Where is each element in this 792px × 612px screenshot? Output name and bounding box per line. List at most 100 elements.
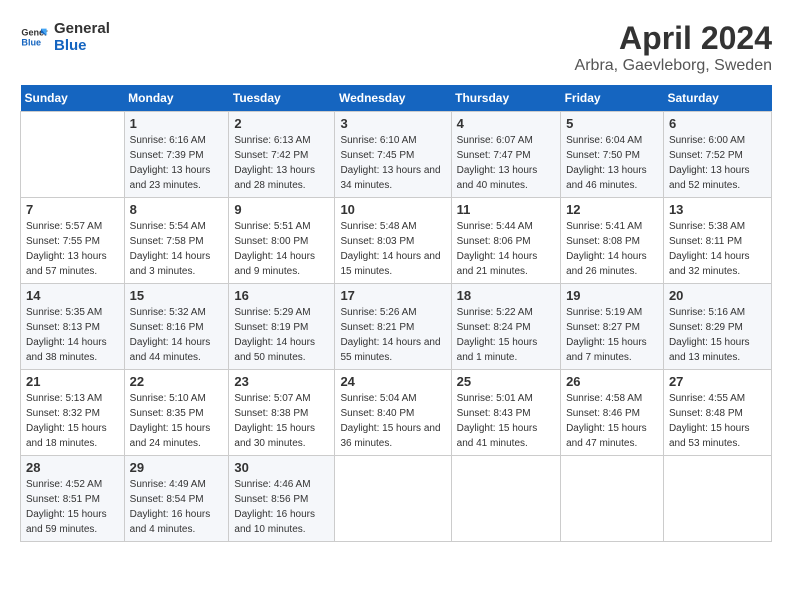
calendar-cell: 9 Sunrise: 5:51 AMSunset: 8:00 PMDaylight… [229,198,335,284]
calendar-cell [663,456,771,542]
day-info: Sunrise: 5:04 AMSunset: 8:40 PMDaylight:… [340,391,445,451]
calendar-cell: 27Sunrise: 4:55 AMSunset: 8:48 PMDayligh… [663,370,771,456]
calendar-cell: 13 Sunrise: 5:38 AMSunset: 8:11 PMDayligh… [663,198,771,284]
day-info: Sunrise: 5:35 AMSunset: 8:13 PMDaylight:… [26,305,119,365]
day-info: Sunrise: 5:41 AMSunset: 8:08 PMDaylight:… [566,219,658,279]
calendar-cell [451,456,560,542]
day-info: Sunrise: 6:10 AMSunset: 7:45 PMDaylight:… [340,133,445,193]
calendar-cell: 4Sunrise: 6:07 AMSunset: 7:47 PMDaylight… [451,112,560,198]
day-info: Sunrise: 5:10 AMSunset: 8:35 PMDaylight:… [130,391,224,451]
calendar-cell: 25 Sunrise: 5:01 AMSunset: 8:43 PMDayligh… [451,370,560,456]
day-number: 13 [669,202,766,217]
day-info: Sunrise: 5:29 AMSunset: 8:19 PMDaylight:… [234,305,329,365]
svg-text:Blue: Blue [21,37,41,47]
day-number: 18 [457,288,555,303]
day-info: Sunrise: 5:44 AMSunset: 8:06 PMDaylight:… [457,219,555,279]
day-number: 23 [234,374,329,389]
calendar-cell: 1 Sunrise: 6:16 AMSunset: 7:39 PMDaylight… [124,112,229,198]
day-number: 14 [26,288,119,303]
day-number: 28 [26,460,119,475]
day-number: 10 [340,202,445,217]
day-number: 27 [669,374,766,389]
day-number: 22 [130,374,224,389]
calendar-cell: 2 Sunrise: 6:13 AMSunset: 7:42 PMDaylight… [229,112,335,198]
calendar-cell: 17 Sunrise: 5:26 AMSunset: 8:21 PMDayligh… [335,284,451,370]
calendar-cell: 8Sunrise: 5:54 AMSunset: 7:58 PMDaylight… [124,198,229,284]
calendar-cell: 14 Sunrise: 5:35 AMSunset: 8:13 PMDayligh… [21,284,125,370]
calendar-cell: 20Sunrise: 5:16 AMSunset: 8:29 PMDayligh… [663,284,771,370]
calendar-header-row: SundayMondayTuesdayWednesdayThursdayFrid… [21,85,772,112]
day-info: Sunrise: 6:07 AMSunset: 7:47 PMDaylight:… [457,133,555,193]
day-info: Sunrise: 4:46 AMSunset: 8:56 PMDaylight:… [234,477,329,537]
calendar-cell: 21Sunrise: 5:13 AMSunset: 8:32 PMDayligh… [21,370,125,456]
calendar-cell: 5Sunrise: 6:04 AMSunset: 7:50 PMDaylight… [561,112,664,198]
calendar-cell: 6Sunrise: 6:00 AMSunset: 7:52 PMDaylight… [663,112,771,198]
weekday-header-tuesday: Tuesday [229,85,335,112]
calendar-cell: 28 Sunrise: 4:52 AMSunset: 8:51 PMDayligh… [21,456,125,542]
calendar-cell: 24 Sunrise: 5:04 AMSunset: 8:40 PMDayligh… [335,370,451,456]
day-info: Sunrise: 5:48 AMSunset: 8:03 PMDaylight:… [340,219,445,279]
calendar-table: SundayMondayTuesdayWednesdayThursdayFrid… [20,85,772,542]
weekday-header-thursday: Thursday [451,85,560,112]
day-number: 2 [234,116,329,131]
day-number: 24 [340,374,445,389]
calendar-week-3: 14 Sunrise: 5:35 AMSunset: 8:13 PMDayligh… [21,284,772,370]
weekday-header-saturday: Saturday [663,85,771,112]
day-info: Sunrise: 5:01 AMSunset: 8:43 PMDaylight:… [457,391,555,451]
logo: General Blue General Blue [20,20,110,54]
day-info: Sunrise: 5:54 AMSunset: 7:58 PMDaylight:… [130,219,224,279]
calendar-cell: 23Sunrise: 5:07 AMSunset: 8:38 PMDayligh… [229,370,335,456]
weekday-header-monday: Monday [124,85,229,112]
calendar-cell: 18Sunrise: 5:22 AMSunset: 8:24 PMDayligh… [451,284,560,370]
day-info: Sunrise: 5:19 AMSunset: 8:27 PMDaylight:… [566,305,658,365]
calendar-week-1: 1 Sunrise: 6:16 AMSunset: 7:39 PMDaylight… [21,112,772,198]
day-info: Sunrise: 5:57 AMSunset: 7:55 PMDaylight:… [26,219,119,279]
day-info: Sunrise: 5:38 AMSunset: 8:11 PMDaylight:… [669,219,766,279]
subtitle: Arbra, Gaevleborg, Sweden [575,57,772,75]
calendar-body: 1 Sunrise: 6:16 AMSunset: 7:39 PMDaylight… [21,112,772,542]
calendar-cell: 7 Sunrise: 5:57 AMSunset: 7:55 PMDaylight… [21,198,125,284]
day-number: 30 [234,460,329,475]
day-number: 21 [26,374,119,389]
weekday-header-sunday: Sunday [21,85,125,112]
day-number: 3 [340,116,445,131]
calendar-cell [21,112,125,198]
day-number: 29 [130,460,224,475]
logo-blue: Blue [54,37,110,54]
day-number: 12 [566,202,658,217]
calendar-cell [561,456,664,542]
weekday-header-wednesday: Wednesday [335,85,451,112]
day-info: Sunrise: 4:58 AMSunset: 8:46 PMDaylight:… [566,391,658,451]
day-info: Sunrise: 6:04 AMSunset: 7:50 PMDaylight:… [566,133,658,193]
calendar-cell: 16Sunrise: 5:29 AMSunset: 8:19 PMDayligh… [229,284,335,370]
day-info: Sunrise: 6:13 AMSunset: 7:42 PMDaylight:… [234,133,329,193]
calendar-cell: 11 Sunrise: 5:44 AMSunset: 8:06 PMDayligh… [451,198,560,284]
logo-icon: General Blue [20,23,48,51]
calendar-cell: 15 Sunrise: 5:32 AMSunset: 8:16 PMDayligh… [124,284,229,370]
day-info: Sunrise: 5:32 AMSunset: 8:16 PMDaylight:… [130,305,224,365]
calendar-week-5: 28 Sunrise: 4:52 AMSunset: 8:51 PMDayligh… [21,456,772,542]
day-number: 15 [130,288,224,303]
day-info: Sunrise: 5:26 AMSunset: 8:21 PMDaylight:… [340,305,445,365]
day-info: Sunrise: 5:16 AMSunset: 8:29 PMDaylight:… [669,305,766,365]
page-header: General Blue General Blue April 2024 Arb… [20,20,772,75]
day-number: 6 [669,116,766,131]
calendar-cell: 22 Sunrise: 5:10 AMSunset: 8:35 PMDayligh… [124,370,229,456]
main-title: April 2024 [575,20,772,57]
day-number: 11 [457,202,555,217]
day-info: Sunrise: 6:16 AMSunset: 7:39 PMDaylight:… [130,133,224,193]
weekday-header-friday: Friday [561,85,664,112]
calendar-cell: 19Sunrise: 5:19 AMSunset: 8:27 PMDayligh… [561,284,664,370]
day-info: Sunrise: 5:51 AMSunset: 8:00 PMDaylight:… [234,219,329,279]
day-number: 17 [340,288,445,303]
day-number: 1 [130,116,224,131]
day-number: 25 [457,374,555,389]
day-number: 26 [566,374,658,389]
calendar-cell: 30 Sunrise: 4:46 AMSunset: 8:56 PMDayligh… [229,456,335,542]
calendar-cell: 12 Sunrise: 5:41 AMSunset: 8:08 PMDayligh… [561,198,664,284]
day-number: 9 [234,202,329,217]
calendar-week-2: 7 Sunrise: 5:57 AMSunset: 7:55 PMDaylight… [21,198,772,284]
day-number: 7 [26,202,119,217]
calendar-week-4: 21Sunrise: 5:13 AMSunset: 8:32 PMDayligh… [21,370,772,456]
day-info: Sunrise: 4:52 AMSunset: 8:51 PMDaylight:… [26,477,119,537]
